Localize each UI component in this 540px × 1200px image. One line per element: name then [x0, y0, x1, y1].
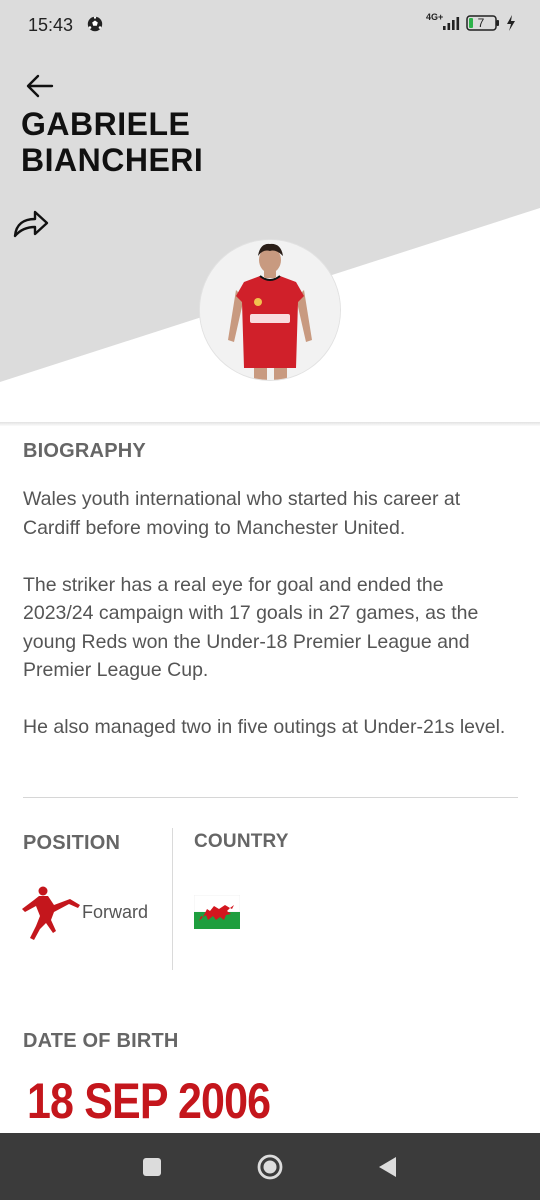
arrow-left-icon[interactable] [24, 70, 56, 102]
date-of-birth-value: 18 SEP 2006 [27, 1073, 271, 1129]
recents-icon[interactable] [138, 1153, 166, 1181]
footballer-kicking-icon [22, 886, 80, 940]
soccer-ball-icon [87, 16, 103, 32]
biography-paragraph: He also managed two in five outings at U… [23, 716, 506, 738]
biography-paragraph: Wales youth international who started hi… [23, 488, 461, 539]
home-icon[interactable] [256, 1153, 284, 1181]
biography-paragraph: The striker has a real eye for goal and … [23, 573, 479, 682]
player-photo [200, 240, 340, 380]
biography-title: BIOGRAPHY [23, 440, 146, 462]
wales-flag-icon [194, 895, 240, 929]
status-time: 15:43 [28, 15, 74, 35]
player-avatar [200, 240, 340, 380]
player-header: GABRIELE BIANCHERI [0, 0, 540, 425]
status-bar: 15:43 4G+ 7 [0, 0, 540, 50]
battery-level: 7 [477, 16, 485, 30]
share-icon[interactable] [12, 206, 50, 242]
column-divider [172, 828, 173, 970]
signal-icon [443, 17, 460, 30]
section-divider [23, 797, 518, 798]
player-name: GABRIELE BIANCHERI [21, 106, 204, 178]
position-title: POSITION [23, 832, 121, 854]
position-value: Forward [82, 902, 149, 922]
country-title: COUNTRY [194, 831, 289, 852]
back-triangle-icon[interactable] [374, 1153, 402, 1181]
date-of-birth-title: DATE OF BIRTH [23, 1030, 179, 1052]
system-nav-bar [0, 1133, 540, 1200]
network-type-label: 4G+ [426, 12, 444, 22]
header-shadow [0, 422, 540, 426]
biography-text: Wales youth international who started hi… [23, 485, 517, 770]
charging-bolt-icon [507, 15, 515, 31]
